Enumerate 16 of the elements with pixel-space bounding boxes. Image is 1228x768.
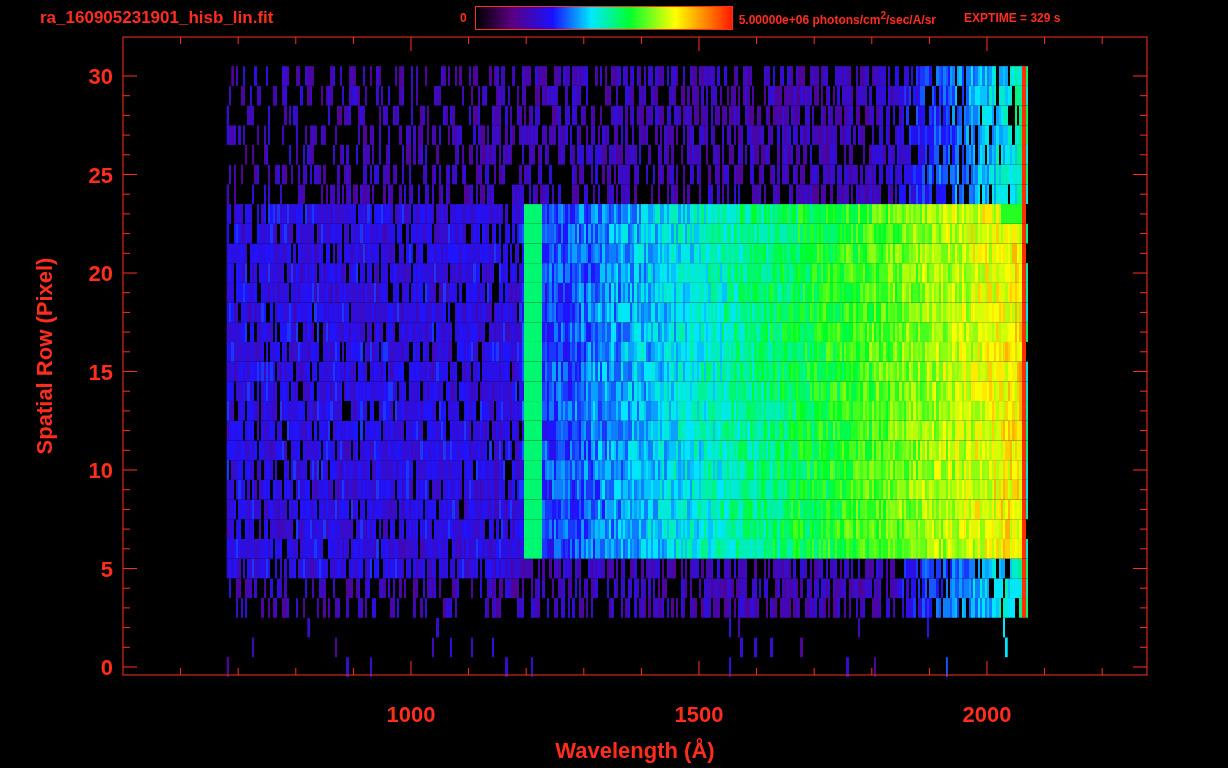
y-tick-label: 20 (88, 261, 113, 286)
colorbar-min-label: 0 (460, 11, 467, 25)
y-tick-label: 25 (88, 162, 113, 188)
colorbar-max-label: 5.00000e+06 photons/cm$^{2}$/sec/A/sr (738, 9, 937, 27)
file-title: ra_160905231901_hisb_lin.fit (40, 8, 275, 28)
y-tick-label: 30 (88, 64, 113, 89)
y-tick-label: 15 (88, 359, 113, 385)
y-axis-label: Spatial Row (Pixel) (32, 257, 57, 455)
x-tick-label: 1000 (386, 702, 436, 727)
x-tick-label: 1500 (674, 702, 724, 727)
y-tick-label: 5 (100, 556, 113, 582)
x-tick-label: 2000 (962, 702, 1012, 727)
exposure-time: EXPTIME = 329 s (964, 11, 1061, 25)
y-tick-label: 10 (88, 458, 113, 483)
x-axis-label: Wavelength (Å) (555, 738, 715, 763)
y-tick-label: 0 (100, 655, 113, 680)
